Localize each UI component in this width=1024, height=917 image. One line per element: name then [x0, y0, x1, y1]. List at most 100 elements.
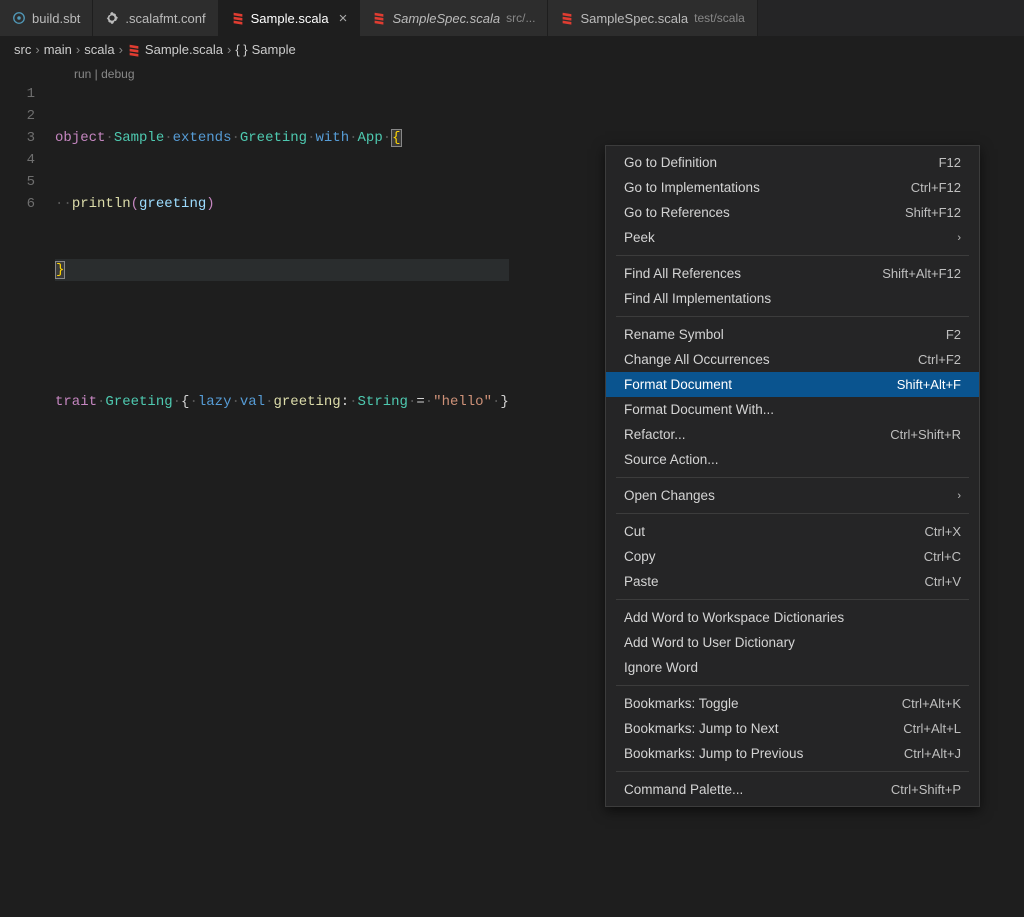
menu-item[interactable]: Rename SymbolF2: [606, 322, 979, 347]
menu-item-label: Format Document: [624, 377, 732, 392]
tab-filename: build.sbt: [32, 11, 80, 26]
scala-file-icon: [560, 11, 574, 25]
chevron-right-icon: ›: [76, 42, 80, 57]
menu-shortcut: Ctrl+Alt+J: [904, 746, 961, 761]
menu-separator: [616, 599, 969, 600]
menu-shortcut: Ctrl+Alt+K: [902, 696, 961, 711]
menu-item-label: Go to References: [624, 205, 730, 220]
code-line[interactable]: trait·Greeting·{·lazy·val·greeting:·Stri…: [55, 391, 509, 413]
scala-file-icon: [231, 11, 245, 25]
line-number: 3: [0, 127, 35, 149]
menu-item[interactable]: CopyCtrl+C: [606, 544, 979, 569]
menu-item[interactable]: Peek›: [606, 225, 979, 250]
menu-item-label: Peek: [624, 230, 655, 245]
menu-item[interactable]: Bookmarks: Toggle Ctrl+Alt+K: [606, 691, 979, 716]
menu-item-label: Go to Implementations: [624, 180, 760, 195]
line-number: 4: [0, 149, 35, 171]
menu-shortcut: Ctrl+V: [925, 574, 961, 589]
editor-tab[interactable]: Sample.scala×: [219, 0, 361, 36]
menu-item[interactable]: Find All References Shift+Alt+F12: [606, 261, 979, 286]
menu-item-label: Add Word to User Dictionary: [624, 635, 795, 650]
menu-item-label: Refactor...: [624, 427, 686, 442]
menu-item-label: Add Word to Workspace Dictionaries: [624, 610, 844, 625]
editor-tab[interactable]: SampleSpec.scala src/...: [360, 0, 548, 36]
chevron-right-icon: ›: [957, 490, 961, 502]
menu-item[interactable]: Change All Occurrences Ctrl+F2: [606, 347, 979, 372]
menu-item[interactable]: Format Document With...: [606, 397, 979, 422]
line-number: 1: [0, 83, 35, 105]
menu-item-label: Change All Occurrences: [624, 352, 770, 367]
code-line[interactable]: object·Sample·extends·Greeting·with·App·…: [55, 127, 509, 149]
scala-file-icon: [372, 11, 386, 25]
code-line[interactable]: ··println(greeting): [55, 193, 509, 215]
menu-item-label: Ignore Word: [624, 660, 698, 675]
menu-shortcut: Shift+Alt+F12: [882, 266, 961, 281]
menu-shortcut: Ctrl+Shift+P: [891, 782, 961, 797]
line-number: 5: [0, 171, 35, 193]
menu-item[interactable]: Go to DefinitionF12: [606, 150, 979, 175]
menu-separator: [616, 513, 969, 514]
menu-item-label: Paste: [624, 574, 659, 589]
menu-item[interactable]: Find All Implementations: [606, 286, 979, 311]
menu-item[interactable]: Format Document Shift+Alt+F: [606, 372, 979, 397]
menu-item-label: Command Palette...: [624, 782, 743, 797]
editor-tab[interactable]: SampleSpec.scalatest/scala: [548, 0, 757, 36]
code-line[interactable]: [55, 325, 509, 347]
menu-item[interactable]: Paste Ctrl+V: [606, 569, 979, 594]
code-line[interactable]: }: [55, 259, 509, 281]
close-icon[interactable]: ×: [339, 10, 348, 27]
menu-separator: [616, 316, 969, 317]
tab-filename: SampleSpec.scala: [392, 11, 500, 26]
chevron-right-icon: ›: [227, 42, 231, 57]
menu-item[interactable]: Add Word to Workspace Dictionaries: [606, 605, 979, 630]
menu-separator: [616, 477, 969, 478]
menu-shortcut: Ctrl+X: [925, 524, 961, 539]
menu-item-label: Copy: [624, 549, 656, 564]
menu-item[interactable]: Cut Ctrl+X: [606, 519, 979, 544]
editor-tab[interactable]: .scalafmt.conf: [93, 0, 218, 36]
scala-file-icon: [127, 43, 141, 57]
menu-item[interactable]: Ignore Word: [606, 655, 979, 680]
symbol-braces-icon: { }: [235, 42, 247, 57]
context-menu: Go to DefinitionF12Go to Implementations…: [605, 145, 980, 807]
menu-item[interactable]: Bookmarks: Jump to Previous Ctrl+Alt+J: [606, 741, 979, 766]
menu-separator: [616, 685, 969, 686]
chevron-right-icon: ›: [35, 42, 39, 57]
breadcrumb[interactable]: src › main › scala › Sample.scala › { } …: [0, 36, 1024, 63]
code-content[interactable]: object·Sample·extends·Greeting·with·App·…: [55, 83, 509, 523]
breadcrumb-seg[interactable]: scala: [84, 42, 114, 57]
menu-item[interactable]: Add Word to User Dictionary: [606, 630, 979, 655]
tab-path-hint: src/...: [506, 11, 535, 25]
breadcrumb-seg[interactable]: Sample: [252, 42, 296, 57]
menu-item[interactable]: Command Palette... Ctrl+Shift+P: [606, 777, 979, 802]
menu-item-label: Find All References: [624, 266, 741, 281]
menu-shortcut: Ctrl+F2: [918, 352, 961, 367]
menu-item-label: Bookmarks: Jump to Previous: [624, 746, 803, 761]
line-number: 6: [0, 193, 35, 215]
menu-item[interactable]: Open Changes›: [606, 483, 979, 508]
menu-item[interactable]: Source Action...: [606, 447, 979, 472]
menu-item[interactable]: Bookmarks: Jump to NextCtrl+Alt+L: [606, 716, 979, 741]
menu-item-label: Find All Implementations: [624, 291, 771, 306]
menu-item-label: Rename Symbol: [624, 327, 724, 342]
breadcrumb-seg[interactable]: Sample.scala: [145, 42, 223, 57]
code-lens[interactable]: run | debug: [0, 63, 1024, 83]
menu-item[interactable]: Refactor... Ctrl+Shift+R: [606, 422, 979, 447]
menu-shortcut: Shift+F12: [905, 205, 961, 220]
gear-icon: [105, 11, 119, 25]
menu-separator: [616, 771, 969, 772]
breadcrumb-seg[interactable]: main: [44, 42, 72, 57]
editor-tab[interactable]: build.sbt: [0, 0, 93, 36]
code-line[interactable]: [55, 457, 509, 479]
menu-shortcut: Ctrl+Shift+R: [890, 427, 961, 442]
line-number: 2: [0, 105, 35, 127]
tab-path-hint: test/scala: [694, 11, 745, 25]
menu-item[interactable]: Go to References Shift+F12: [606, 200, 979, 225]
menu-shortcut: Ctrl+F12: [911, 180, 961, 195]
menu-item-label: Cut: [624, 524, 645, 539]
menu-shortcut: Shift+Alt+F: [897, 377, 961, 392]
menu-item-label: Bookmarks: Toggle: [624, 696, 739, 711]
menu-shortcut: Ctrl+Alt+L: [903, 721, 961, 736]
menu-item[interactable]: Go to Implementations Ctrl+F12: [606, 175, 979, 200]
breadcrumb-seg[interactable]: src: [14, 42, 31, 57]
